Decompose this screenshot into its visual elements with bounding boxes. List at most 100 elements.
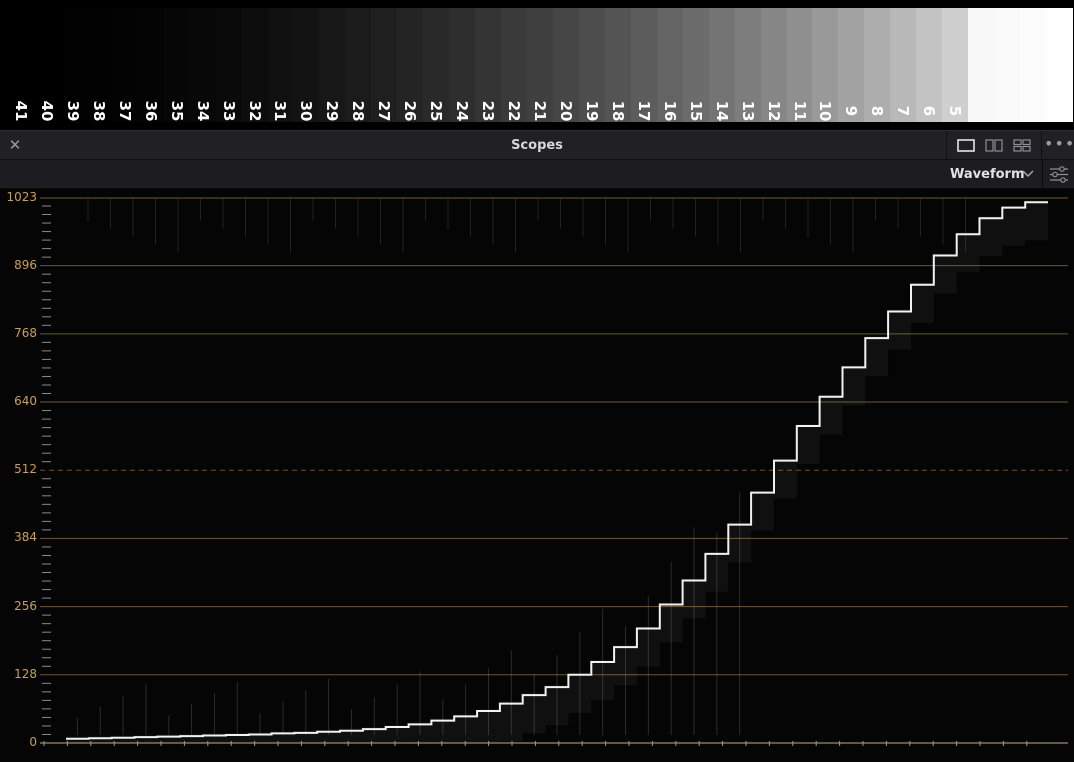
patch-number: 29 bbox=[323, 100, 342, 122]
gray-patch: 29 bbox=[319, 8, 346, 122]
waveform-spread bbox=[1002, 205, 1026, 246]
quad-view-icon[interactable] bbox=[1013, 139, 1031, 152]
axis-label: 640 bbox=[14, 394, 37, 409]
patch-number: 31 bbox=[271, 100, 290, 122]
layout-toggle-group bbox=[946, 131, 1042, 160]
gray-patch: 36 bbox=[137, 8, 165, 122]
patch-number: 5 bbox=[946, 105, 965, 117]
close-icon[interactable]: ✕ bbox=[6, 136, 24, 154]
patch-number: 7 bbox=[894, 105, 913, 117]
gray-patch: 7 bbox=[890, 8, 917, 122]
scope-mode-label: Waveform bbox=[950, 167, 1025, 182]
chevron-down-icon bbox=[1022, 170, 1034, 177]
patch-number: 35 bbox=[167, 100, 186, 122]
scope-mode-dropdown[interactable]: Waveform bbox=[942, 160, 1042, 189]
patch-number: 32 bbox=[245, 100, 264, 122]
gray-patch: 30 bbox=[293, 8, 320, 122]
gray-patch bbox=[1020, 8, 1047, 122]
waveform-spread bbox=[1025, 200, 1048, 241]
gray-patch: 33 bbox=[215, 8, 243, 122]
waveform-spread bbox=[773, 458, 797, 499]
gray-patch: 20 bbox=[552, 8, 580, 122]
patch-number: 6 bbox=[920, 105, 939, 117]
patch-number: 28 bbox=[349, 100, 368, 122]
gray-patch: 18 bbox=[604, 8, 632, 122]
gray-patch: 32 bbox=[241, 8, 269, 122]
patch-number: 17 bbox=[634, 100, 653, 122]
patch-number: 12 bbox=[764, 100, 783, 122]
gray-patch: 10 bbox=[812, 8, 840, 122]
gray-patch: 41 bbox=[8, 8, 35, 122]
patch-number: 40 bbox=[37, 100, 56, 122]
patch-number: 18 bbox=[608, 100, 627, 122]
grayscale-step-chart: 41 40 39 38 37 36 35 34 33 32 31 30 29 28 27 26 25 24 23 22… bbox=[0, 0, 1074, 130]
waveform-spread bbox=[66, 736, 89, 743]
gray-patch: 28 bbox=[345, 8, 372, 122]
gray-patch: 24 bbox=[449, 8, 476, 122]
gray-patch: 6 bbox=[916, 8, 943, 122]
patch-number: 9 bbox=[842, 105, 861, 117]
axis-label: 384 bbox=[14, 530, 37, 545]
patch-number: 34 bbox=[193, 100, 212, 122]
more-options-icon[interactable]: ••• bbox=[1044, 131, 1074, 160]
single-view-icon[interactable] bbox=[957, 139, 975, 152]
waveform-spread bbox=[751, 490, 774, 531]
axis-label: 256 bbox=[14, 598, 37, 613]
gray-patch: 13 bbox=[734, 8, 762, 122]
gray-patch bbox=[1046, 8, 1073, 122]
panel-title: Scopes bbox=[511, 138, 563, 153]
patch-number: 33 bbox=[219, 100, 238, 122]
gray-patch: 22 bbox=[501, 8, 528, 122]
gray-patch: 15 bbox=[682, 8, 710, 122]
patch-number: 27 bbox=[375, 100, 394, 122]
gray-patch: 8 bbox=[864, 8, 891, 122]
patch-number: 26 bbox=[401, 100, 420, 122]
gray-patch: 9 bbox=[838, 8, 865, 122]
gray-patch: 25 bbox=[423, 8, 450, 122]
waveform-spread bbox=[956, 232, 980, 273]
waveform-spread bbox=[819, 394, 843, 435]
patch-number: 25 bbox=[427, 100, 446, 122]
patch-number: 39 bbox=[63, 100, 82, 122]
scopes-toolbar: Waveform bbox=[0, 160, 1074, 189]
sliders-settings-icon[interactable] bbox=[1042, 160, 1074, 189]
patch-number: 8 bbox=[868, 105, 887, 117]
gray-patch: 23 bbox=[475, 8, 502, 122]
patch-number: 11 bbox=[790, 100, 809, 122]
grayscale-strip: 41 40 39 38 37 36 35 34 33 32 31 30 29 28 27 26 25 24 23 22… bbox=[8, 8, 1073, 122]
patch-number: 24 bbox=[453, 100, 472, 122]
axis-label: 1023 bbox=[6, 190, 37, 204]
dual-view-icon[interactable] bbox=[985, 139, 1003, 152]
axis-label: 512 bbox=[14, 462, 37, 477]
gray-patch: 27 bbox=[371, 8, 398, 122]
patch-number: 30 bbox=[297, 100, 316, 122]
gray-patch: 19 bbox=[578, 8, 606, 122]
waveform-spread bbox=[933, 253, 957, 294]
patch-number: 16 bbox=[660, 100, 679, 122]
gray-patch: 17 bbox=[630, 8, 658, 122]
gray-patch: 5 bbox=[942, 8, 969, 122]
patch-number: 21 bbox=[530, 100, 549, 122]
patch-number: 22 bbox=[505, 100, 524, 122]
gray-patch: 14 bbox=[708, 8, 736, 122]
patch-number: 19 bbox=[582, 100, 601, 122]
waveform-spread bbox=[796, 424, 820, 465]
gray-patch: 16 bbox=[656, 8, 684, 122]
gray-patch: 26 bbox=[397, 8, 424, 122]
waveform-spread bbox=[910, 282, 934, 323]
scopes-header: ✕ Scopes ••• bbox=[0, 130, 1074, 160]
patch-number: 37 bbox=[115, 100, 134, 122]
patch-number: 20 bbox=[556, 100, 575, 122]
patch-number: 38 bbox=[89, 100, 108, 122]
patch-number: 13 bbox=[738, 100, 757, 122]
waveform-scope[interactable]: 1023 896 768 640 512 384 256 128 0 bbox=[0, 189, 1074, 762]
gray-patch: 35 bbox=[163, 8, 191, 122]
patch-number: 41 bbox=[11, 100, 30, 122]
axis-label: 896 bbox=[14, 257, 37, 272]
gray-patch: 37 bbox=[111, 8, 139, 122]
gray-patch: 11 bbox=[786, 8, 814, 122]
axis-label: 768 bbox=[14, 325, 37, 340]
patch-number: 10 bbox=[816, 100, 835, 122]
waveform-spread bbox=[842, 365, 866, 406]
patch-number: 15 bbox=[686, 100, 705, 122]
